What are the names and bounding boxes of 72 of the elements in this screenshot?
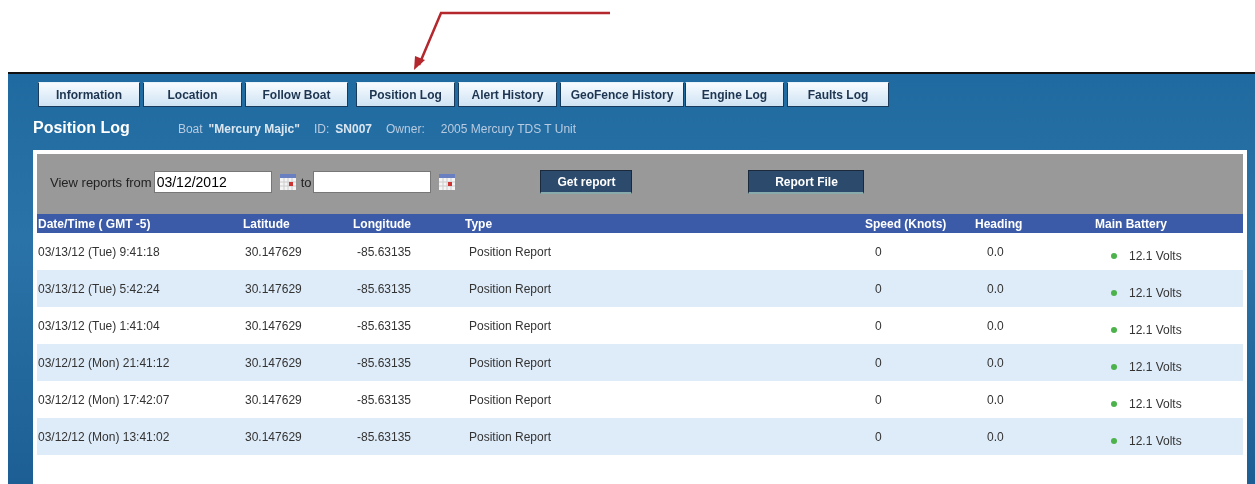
table-cell-text: 03/13/12 (Tue) 5:42:24 xyxy=(38,281,161,296)
boat-label: Boat xyxy=(177,122,203,136)
table-cell-text: 0.0 xyxy=(986,355,1005,370)
table-cell-text: 0.0 xyxy=(986,244,1005,259)
calendar-icon[interactable] xyxy=(278,173,297,191)
column-header: Type xyxy=(465,216,494,231)
table-cell-text: Position Report xyxy=(468,244,553,259)
table-cell-text: Position Report xyxy=(468,355,553,370)
table-cell-text: -85.63135 xyxy=(356,429,413,444)
table-cell-text: -85.63135 xyxy=(356,392,413,407)
table-cell-text: 30.147629 xyxy=(244,244,303,259)
get-report-button[interactable]: Get report xyxy=(540,170,633,194)
table-cell-text: 30.147629 xyxy=(244,318,303,333)
tab[interactable]: GeoFence History xyxy=(560,82,684,107)
owner-label: Owner: xyxy=(386,122,425,136)
table-cell-text: 0 xyxy=(874,244,883,259)
table-cell-text: Position Report xyxy=(468,281,553,296)
tab[interactable]: Location xyxy=(143,82,242,107)
table-cell-text: 30.147629 xyxy=(244,355,303,370)
table-cell-text: 0.0 xyxy=(986,429,1005,444)
column-header: Speed (Knots) xyxy=(865,216,948,231)
column-header: Main Battery xyxy=(1095,216,1169,231)
tab[interactable]: Alert History xyxy=(458,82,557,107)
table-cell: 12.1 Volts xyxy=(1129,322,1182,337)
table-cell-text: 03/13/12 (Tue) 9:41:18 xyxy=(38,244,161,259)
to-label: to xyxy=(300,174,312,190)
table-cell-text: 03/12/12 (Mon) 13:41:02 xyxy=(38,429,171,444)
column-header: Date/Time ( GMT -5) xyxy=(38,216,152,231)
table-cell: 12.1 Volts xyxy=(1129,359,1182,374)
boat-id: SN007 xyxy=(335,122,373,136)
boat-name: "Mercury Majic" xyxy=(208,122,300,136)
tab[interactable]: Information xyxy=(38,82,140,107)
table-cell-text: -85.63135 xyxy=(356,318,413,333)
table-cell-text: 0 xyxy=(874,318,883,333)
from-date-field[interactable]: 03/12/2012 xyxy=(153,171,272,193)
column-header: Heading xyxy=(975,216,1024,231)
table-cell-text: 0 xyxy=(874,281,883,296)
report-file-button[interactable]: Report File xyxy=(748,170,865,194)
table-cell-text: Position Report xyxy=(468,392,553,407)
calendar-icon[interactable] xyxy=(438,173,457,191)
table-cell-text: 0.0 xyxy=(986,318,1005,333)
column-header: Longitude xyxy=(353,216,412,231)
tab[interactable]: Engine Log xyxy=(685,82,784,107)
page-title: Position Log xyxy=(33,119,130,137)
table-cell-text: -85.63135 xyxy=(356,244,413,259)
table-cell-text: Position Report xyxy=(468,429,553,444)
tab[interactable]: Follow Boat xyxy=(245,82,348,107)
table-cell-text: 30.147629 xyxy=(244,392,303,407)
to-date-field[interactable] xyxy=(313,171,432,193)
table-cell-text: 0 xyxy=(874,392,883,407)
table-cell: 12.1 Volts xyxy=(1129,433,1182,448)
from-label: View reports from xyxy=(50,174,152,190)
tab[interactable]: Position Log xyxy=(356,82,455,107)
table-cell-text: 30.147629 xyxy=(244,429,303,444)
table-cell: 12.1 Volts xyxy=(1129,248,1182,263)
table-cell-text: Position Report xyxy=(468,318,553,333)
id-label: ID: xyxy=(314,122,330,136)
table-cell-text: -85.63135 xyxy=(356,355,413,370)
table-cell-text: 03/12/12 (Mon) 21:41:12 xyxy=(38,355,171,370)
table-cell-text: 0 xyxy=(874,355,883,370)
tab[interactable]: Faults Log xyxy=(787,82,889,107)
table-cell: 12.1 Volts xyxy=(1129,396,1182,411)
table-cell-text: 30.147629 xyxy=(244,281,303,296)
table-cell-text: 0 xyxy=(874,429,883,444)
table-cell: 12.1 Volts xyxy=(1129,285,1182,300)
table-cell-text: 0.0 xyxy=(986,281,1005,296)
table-cell-text: 03/13/12 (Tue) 1:41:04 xyxy=(38,318,161,333)
column-header: Latitude xyxy=(243,216,291,231)
owner-value: 2005 Mercury TDS T Unit xyxy=(440,122,577,136)
table-cell-text: 0.0 xyxy=(986,392,1005,407)
table-cell-text: -85.63135 xyxy=(356,281,413,296)
table-cell-text: 03/12/12 (Mon) 17:42:07 xyxy=(38,392,171,407)
